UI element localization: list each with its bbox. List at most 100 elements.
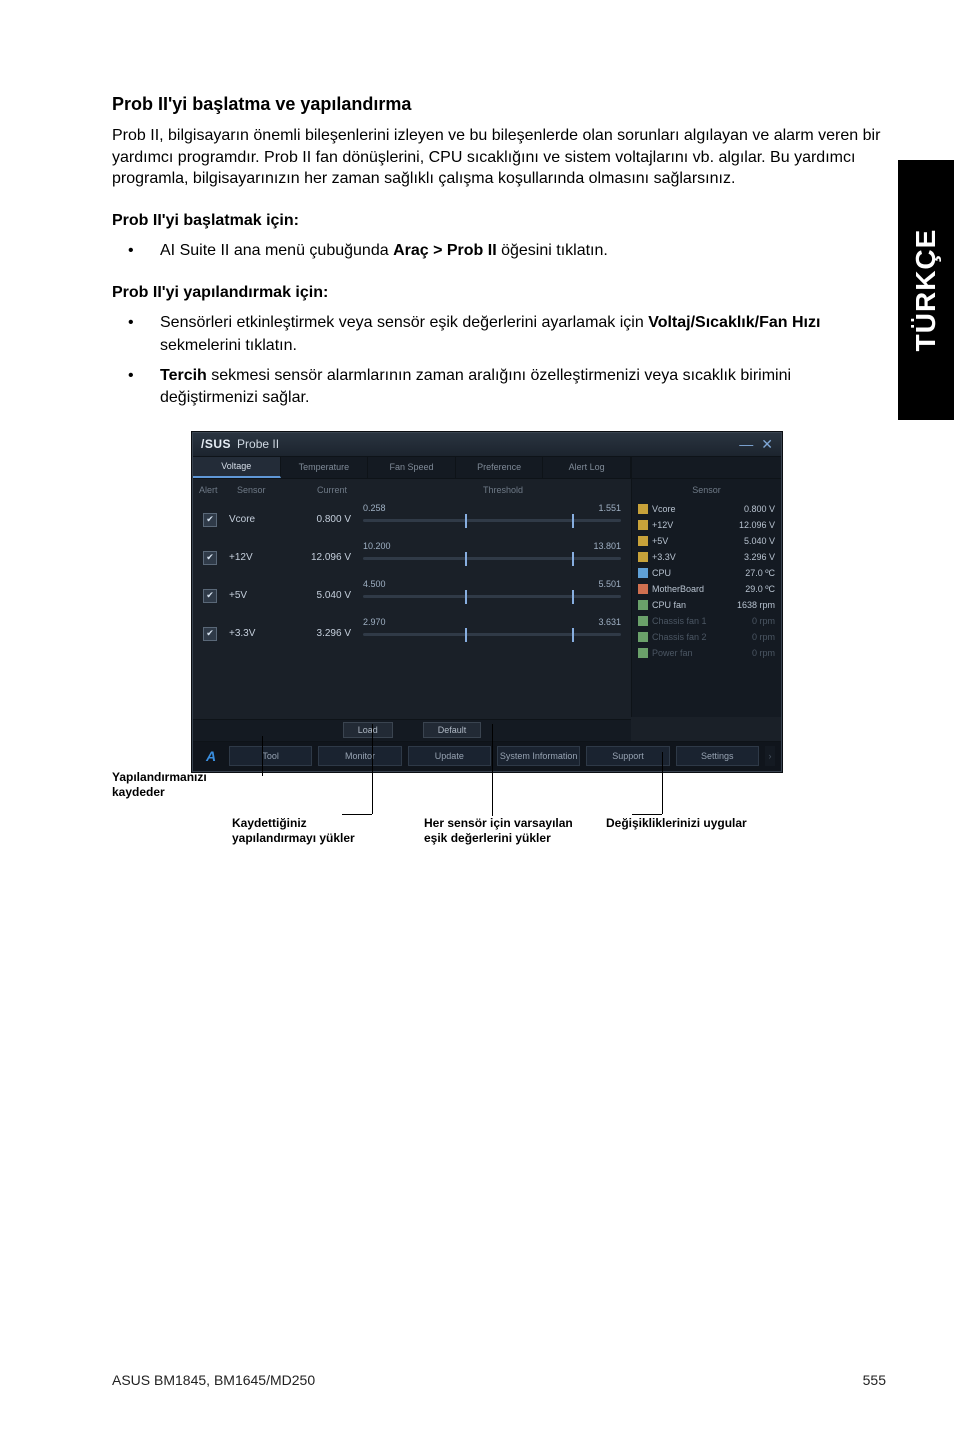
page-heading: Prob II'yi başlatma ve yapılandırma	[112, 94, 886, 115]
summary-label: MotherBoard	[652, 584, 704, 594]
threshold-slider[interactable]: 10.200 13.801	[359, 543, 625, 573]
hdr-sensor: Sensor	[237, 485, 317, 495]
summary-label: +3.3V	[652, 552, 676, 562]
summary-label: Chassis fan 1	[652, 616, 707, 626]
tab-preference[interactable]: Preference	[456, 457, 544, 478]
fan-icon	[638, 648, 648, 658]
alert-checkbox[interactable]: ✔	[203, 627, 217, 641]
summary-value: 0 rpm	[752, 616, 775, 626]
threshold-high: 13.801	[593, 541, 621, 551]
brand-logo: /SUS	[201, 437, 231, 451]
summary-item: MotherBoard29.0 ºC	[638, 581, 775, 597]
system-info-button[interactable]: System Information	[497, 746, 580, 766]
sensor-name: +3.3V	[229, 628, 301, 639]
conf1-post: sekmelerini tıklatın.	[160, 337, 297, 354]
alert-checkbox[interactable]: ✔	[203, 589, 217, 603]
expand-icon[interactable]: ›	[765, 746, 775, 766]
callout-load: Kaydettiğiniz yapılandırmayı yükler	[232, 816, 362, 846]
default-button[interactable]: Default	[423, 722, 482, 738]
threshold-low: 4.500	[363, 579, 386, 589]
start-bullet-bold: Araç > Prob II	[393, 242, 497, 259]
sensor-current: 5.040 V	[301, 590, 359, 601]
bolt-icon	[638, 552, 648, 562]
bolt-icon	[638, 536, 648, 546]
intro-paragraph: Prob II, bilgisayarın önemli bileşenleri…	[112, 125, 886, 190]
threshold-slider[interactable]: 0.258 1.551	[359, 505, 625, 535]
start-bullet: AI Suite II ana menü çubuğunda Araç > Pr…	[112, 240, 886, 262]
probe-window: /SUS Probe II — ✕ Voltage Temperature Fa…	[192, 432, 782, 772]
threshold-low: 10.200	[363, 541, 391, 551]
summary-item: Power fan0 rpm	[638, 645, 775, 661]
summary-item: Chassis fan 1 0 rpm	[638, 613, 775, 629]
sensor-name: Vcore	[229, 514, 301, 525]
summary-item: +3.3V 3.296 V	[638, 549, 775, 565]
conf1-bold: Voltaj/Sıcaklık/Fan Hızı	[648, 314, 820, 331]
sensor-name: +12V	[229, 552, 301, 563]
summary-value: 12.096 V	[739, 520, 775, 530]
summary-header: Sensor	[638, 483, 775, 501]
load-button[interactable]: Load	[343, 722, 393, 738]
sensor-headers: Alert Sensor Current Threshold	[199, 483, 625, 501]
page-footer: ASUS BM1845, BM1645/MD250 555	[112, 1372, 886, 1388]
summary-label: Power fan	[652, 648, 693, 658]
alert-checkbox[interactable]: ✔	[203, 513, 217, 527]
summary-value: 27.0 ºC	[745, 568, 775, 578]
tab-alert-log[interactable]: Alert Log	[543, 457, 631, 478]
conf2-bold: Tercih	[160, 367, 207, 384]
threshold-slider[interactable]: 2.970 3.631	[359, 619, 625, 649]
bolt-icon	[638, 520, 648, 530]
alert-checkbox[interactable]: ✔	[203, 551, 217, 565]
summary-label: Chassis fan 2	[652, 632, 707, 642]
thermometer-icon	[638, 584, 648, 594]
settings-button[interactable]: Settings	[676, 746, 759, 766]
tab-voltage[interactable]: Voltage	[193, 457, 281, 478]
tool-button[interactable]: Tool	[229, 746, 312, 766]
summary-item: CPU fan1638 rpm	[638, 597, 775, 613]
ai-suite-logo-icon[interactable]: A	[199, 746, 223, 766]
sensor-current: 3.296 V	[301, 628, 359, 639]
threshold-slider[interactable]: 4.500 5.501	[359, 581, 625, 611]
tab-temperature[interactable]: Temperature	[281, 457, 369, 478]
threshold-low: 2.970	[363, 617, 386, 627]
update-button[interactable]: Update	[408, 746, 491, 766]
start-bullet-post: öğesini tıklatın.	[497, 242, 608, 259]
summary-item: +12V 12.096 V	[638, 517, 775, 533]
summary-item: CPU 27.0 ºC	[638, 565, 775, 581]
summary-label: +12V	[652, 520, 673, 530]
titlebar: /SUS Probe II — ✕	[193, 433, 781, 457]
main-tabs: Voltage Temperature Fan Speed Preference…	[193, 457, 781, 479]
start-bullet-pre: AI Suite II ana menü çubuğunda	[160, 242, 393, 259]
summary-label: CPU	[652, 568, 671, 578]
fan-icon	[638, 616, 648, 626]
threshold-high: 5.501	[598, 579, 621, 589]
footer-model: ASUS BM1845, BM1645/MD250	[112, 1372, 315, 1388]
summary-item: Vcore0.800 V	[638, 501, 775, 517]
footer-page-number: 555	[863, 1372, 886, 1388]
callouts: Yapılandırmanızı kaydeder Kaydettiğiniz …	[192, 776, 782, 906]
window-title: Probe II	[237, 437, 279, 451]
close-icon[interactable]: ✕	[761, 436, 773, 453]
summary-label: CPU fan	[652, 600, 686, 610]
monitor-button[interactable]: Monitor	[318, 746, 401, 766]
start-subhead: Prob II'yi başlatmak için:	[112, 212, 886, 230]
bottom-bar: A Tool Monitor Update System Information…	[193, 741, 781, 771]
summary-value: 0.800 V	[744, 504, 775, 514]
summary-value: 3.296 V	[744, 552, 775, 562]
summary-item: Chassis fan 20 rpm	[638, 629, 775, 645]
summary-panel: Sensor Vcore0.800 V +12V12.096 V +5V5.04…	[631, 479, 781, 717]
hdr-threshold: Threshold	[381, 485, 625, 495]
chip-icon	[638, 568, 648, 578]
support-button[interactable]: Support	[586, 746, 669, 766]
minimize-icon[interactable]: —	[739, 436, 753, 452]
hdr-current: Current	[317, 485, 381, 495]
tab-fan-speed[interactable]: Fan Speed	[368, 457, 456, 478]
callout-apply: Değişikliklerinizi uygular	[606, 816, 766, 831]
summary-value: 5.040 V	[744, 536, 775, 546]
sensor-row: ✔ +3.3V 3.296 V 2.970 3.631	[199, 615, 625, 653]
callout-save: Yapılandırmanızı kaydeder	[112, 770, 262, 800]
conf1-pre: Sensörleri etkinleştirmek veya sensör eş…	[160, 314, 648, 331]
fan-icon	[638, 632, 648, 642]
sensor-row: ✔ +12V 12.096 V 10.200 13.801	[199, 539, 625, 577]
configure-subhead: Prob II'yi yapılandırmak için:	[112, 284, 886, 302]
side-language-tab: TÜRKÇE	[898, 160, 954, 420]
